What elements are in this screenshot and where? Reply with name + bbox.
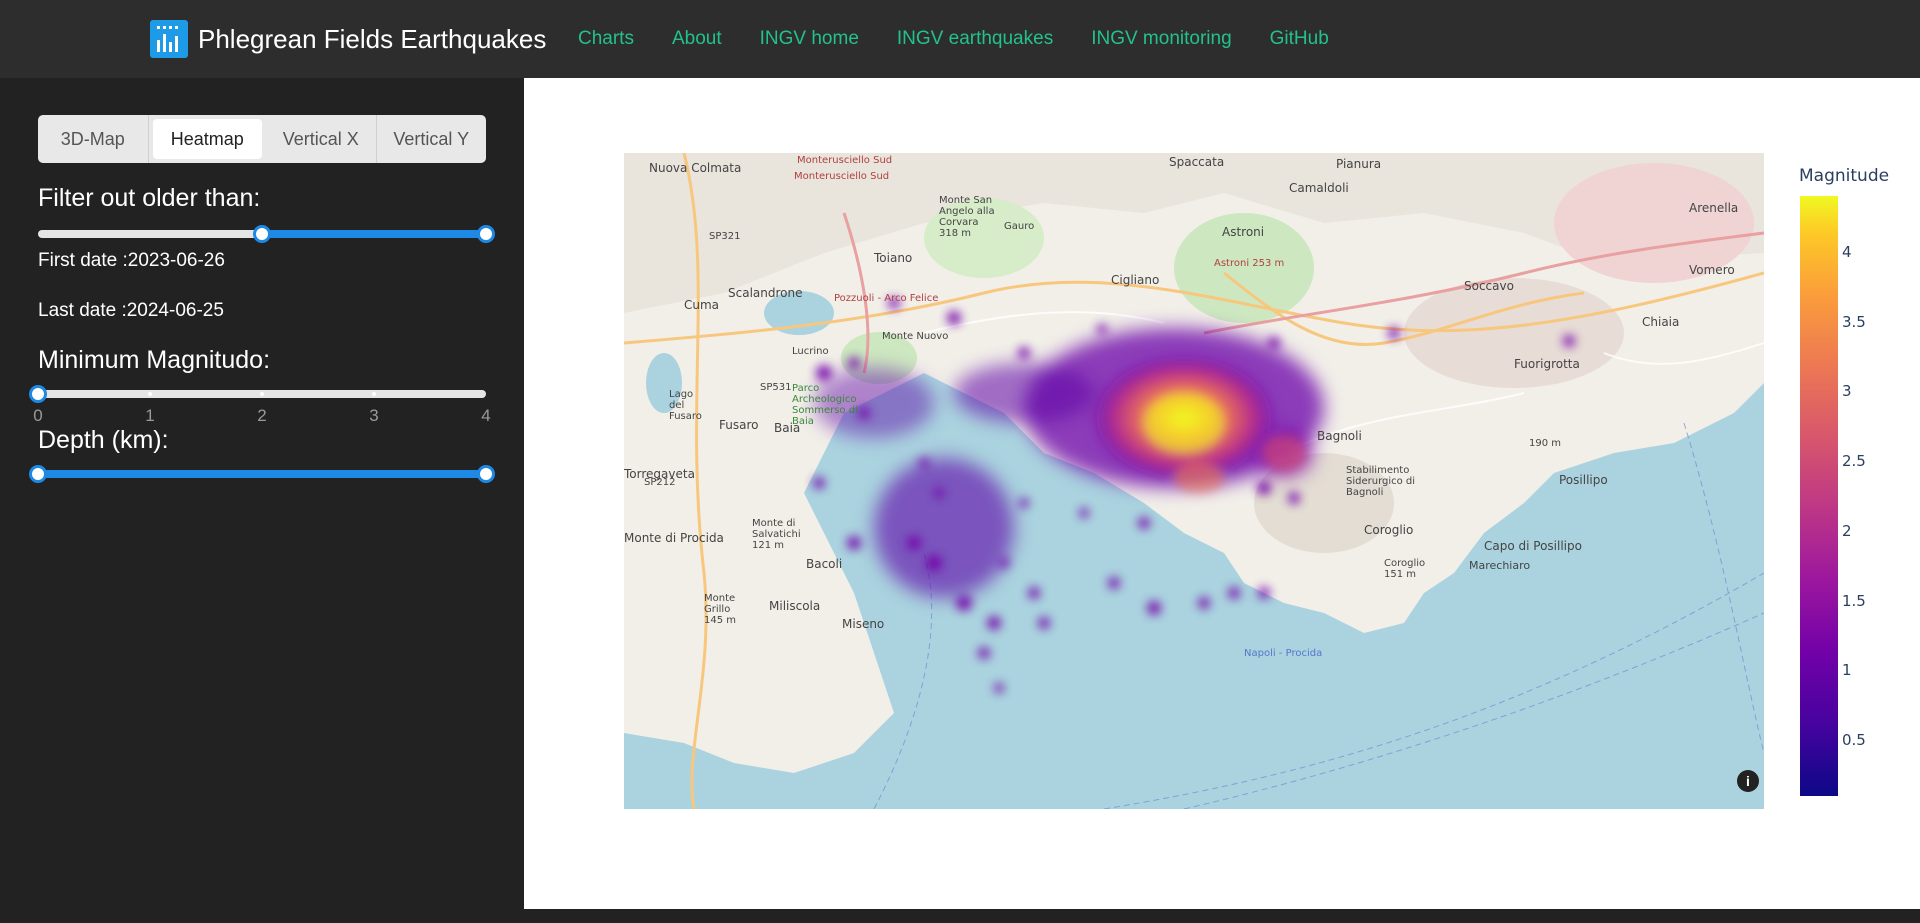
map-label: Soccavo [1464,279,1514,293]
map-label: Monterusciello Sud [794,171,890,182]
map-label: Monterusciello Sud [797,155,893,166]
filter-label: Filter out older than: [38,184,261,212]
colorbar-tick-label: 2 [1842,521,1852,540]
colorbar-tick-label: 1.5 [1842,591,1866,610]
date-slider-start-handle[interactable] [253,225,271,243]
magnitude-tick-dot [372,392,376,396]
map-label: Fusaro [719,418,759,432]
date-slider[interactable] [38,225,495,243]
map-label: Gauro [1004,221,1035,232]
magnitude-tick-label: 1 [145,406,155,425]
magnitude-slider-handle[interactable] [29,385,47,403]
map-label: SP212 [644,477,676,488]
map-label: Napoli - Procida [1244,648,1323,659]
map-label: Posillipo [1559,473,1608,487]
nav-link-charts[interactable]: Charts [578,28,634,50]
map-label: Bacoli [806,557,843,571]
navbar: Phlegrean Fields Earthquakes Charts Abou… [0,0,1920,78]
map-label: Arenella [1689,201,1739,215]
colorbar-tick-label: 3.5 [1842,312,1866,331]
map-label: Parco Archeologico Sommerso di Baia [792,383,858,427]
nav-link-github[interactable]: GitHub [1270,28,1329,50]
colorbar-tick-label: 4 [1842,242,1852,261]
map-label: Coroglio 151 m [1384,558,1426,580]
nav-link-about[interactable]: About [672,28,722,50]
map-label: Pozzuoli - Arco Felice [834,293,939,304]
map-label: Capo di Posillipo [1484,539,1582,553]
colorbar-tick-label: 3 [1842,382,1852,401]
map-label: Nuova Colmata [649,161,742,175]
map-label: 190 m [1529,438,1562,449]
nav-links: Charts About INGV home INGV earthquakes … [578,28,1367,50]
tab-3d-map[interactable]: 3D-Map [38,115,149,163]
date-slider-fill [262,230,486,238]
map-label: Monte di Salvatichi 121 m [752,518,801,551]
main-panel: Nuova Colmata Monterusciello Sud Spaccat… [524,78,1920,909]
depth-slider-fill [38,470,486,478]
date-slider-end-handle[interactable] [477,225,495,243]
depth-slider[interactable] [29,465,495,483]
chart-logo-icon [150,20,188,58]
colorbar-tick-label: 0.5 [1842,731,1866,750]
colorbar-title: Magnitude [1799,166,1890,186]
map-label: Astroni [1222,225,1265,239]
bottom-bar [524,909,1920,923]
nav-link-ingv-home[interactable]: INGV home [760,28,859,50]
map-label: Vomero [1689,263,1735,277]
magnitude-label: Minimum Magnitudo: [38,346,271,374]
map-label: Stabilimento Siderurgico di Bagnoli [1346,465,1416,498]
map-label: Chiaia [1642,315,1680,329]
heatmap-map[interactable]: Nuova Colmata Monterusciello Sud Spaccat… [624,153,1764,809]
magnitude-tick-label: 3 [369,406,379,425]
map-label: Scalandrone [728,286,803,300]
sidebar: 3D-Map Heatmap Vertical X Vertical Y Fil… [0,78,524,923]
map-label: Monte di Procida [624,531,724,545]
tab-heatmap[interactable]: Heatmap [152,119,262,159]
first-date: First date :2023-06-26 [38,250,225,271]
magnitude-tick-label: 2 [257,406,267,425]
colorbar-tick-label: 1 [1842,661,1852,680]
map-label: Spaccata [1169,155,1225,169]
map-label: Lucrino [792,346,829,357]
map-label: Camaldoli [1289,181,1349,195]
map-label: Lago del Fusaro [669,389,702,422]
tab-vertical-x[interactable]: Vertical X [266,115,377,163]
brand[interactable]: Phlegrean Fields Earthquakes [150,20,546,58]
depth-slider-start-handle[interactable] [29,465,47,483]
tab-vertical-y[interactable]: Vertical Y [377,115,487,163]
last-date: Last date :2024-06-25 [38,300,224,321]
depth-label: Depth (km): [38,426,169,454]
map-label: Baia [774,421,801,435]
nav-link-ingv-monitoring[interactable]: INGV monitoring [1091,28,1231,50]
map-label: Monte San Angelo alla Corvara 318 m [939,195,995,239]
nav-link-ingv-earthquakes[interactable]: INGV earthquakes [897,28,1053,50]
colorbar-tick-label: 2.5 [1842,452,1866,471]
magnitude-tick-label: 4 [481,406,491,425]
map-label: Bagnoli [1317,429,1362,443]
map-label: Fuorigrotta [1514,357,1580,371]
map-label: Marechiaro [1469,559,1531,572]
magnitude-tick-dot [260,392,264,396]
map-label: Monte Nuovo [882,331,949,342]
app-title: Phlegrean Fields Earthquakes [198,23,547,54]
depth-slider-end-handle[interactable] [477,465,495,483]
map-label: Cuma [684,298,720,312]
map-label: Coroglio [1364,523,1414,537]
magnitude-tick-label: 0 [33,406,43,425]
view-tabs: 3D-Map Heatmap Vertical X Vertical Y [38,115,486,163]
map-label: SP531 [760,382,792,393]
map-label: Miseno [842,617,885,631]
info-icon[interactable]: i [1737,770,1759,792]
map-label: Cigliano [1111,273,1160,287]
magnitude-slider[interactable]: 0 1 2 3 4 [29,385,491,425]
map-label: Astroni 253 m [1214,258,1285,269]
map-label: SP321 [709,231,741,242]
map-label: Monte Grillo 145 m [704,593,737,626]
map-label: Miliscola [769,599,821,613]
colorbar [1800,196,1838,796]
magnitude-tick-dot [148,392,152,396]
map-label: Pianura [1336,157,1382,171]
map-label: Toiano [874,251,913,265]
